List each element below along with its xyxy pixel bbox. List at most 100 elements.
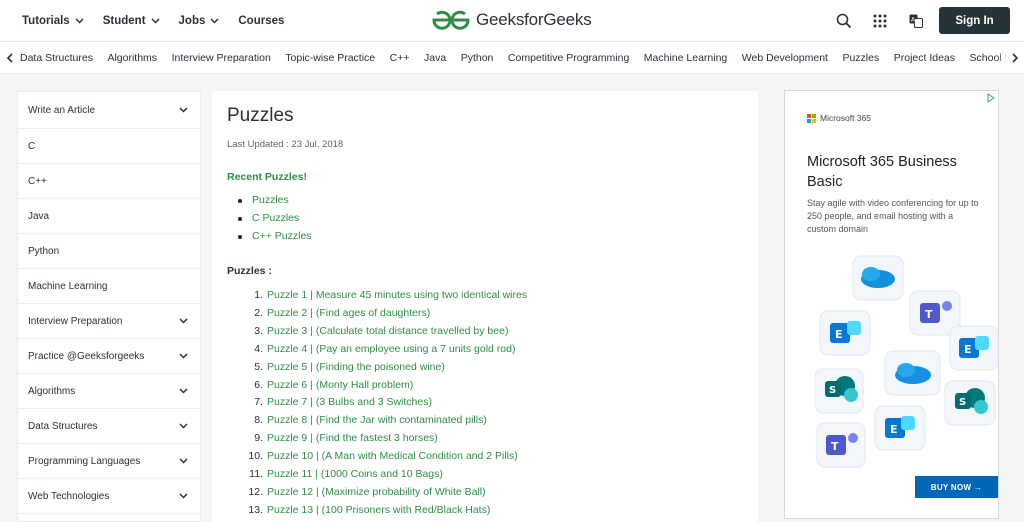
sign-in-button[interactable]: Sign In xyxy=(939,7,1010,34)
category-link[interactable]: Algorithms xyxy=(107,52,157,64)
logo-text: GeeksforGeeks xyxy=(476,10,592,29)
logo[interactable]: GeeksforGeeks xyxy=(432,9,592,31)
sidebar-item-python[interactable]: Python xyxy=(18,234,200,269)
search-icon[interactable] xyxy=(835,12,853,30)
sidebar-item-label: Algorithms xyxy=(28,385,76,397)
list-number: 7. xyxy=(254,396,263,409)
chevron-down-icon xyxy=(179,351,188,362)
list-number: 4. xyxy=(254,342,263,355)
top-nav-student[interactable]: Student xyxy=(103,15,160,27)
top-nav-label: Courses xyxy=(238,14,285,27)
recent-puzzle-link[interactable]: C Puzzles xyxy=(238,212,758,230)
sidebar-item-machine-learning[interactable]: Machine Learning xyxy=(18,269,200,304)
list-item: 9. Puzzle 9 | (Find the fastest 3 horses) xyxy=(227,432,758,450)
recent-puzzles-heading: Recent Puzzles! xyxy=(227,171,307,183)
puzzle-link[interactable]: Puzzle 7 | (3 Bulbs and 3 Switches) xyxy=(267,396,432,414)
chevron-down-icon xyxy=(179,491,188,502)
sidebar-item-web-technologies[interactable]: Web Technologies xyxy=(18,479,200,514)
list-item: 3. Puzzle 3 | (Calculate total distance t… xyxy=(227,325,758,343)
sidebar-item-programming-languages[interactable]: Programming Languages xyxy=(18,444,200,479)
category-link[interactable]: C++ xyxy=(390,52,410,64)
puzzle-link[interactable]: Puzzle 5 | (Finding the poisoned wine) xyxy=(267,361,445,379)
svg-text:T: T xyxy=(925,308,933,321)
sidebar-item-label: Machine Learning xyxy=(28,280,108,292)
puzzle-link[interactable]: Puzzle 2 | (Find ages of daughters) xyxy=(267,307,430,325)
scroll-right-icon[interactable] xyxy=(1006,42,1024,73)
top-nav-jobs[interactable]: Jobs xyxy=(179,15,220,27)
puzzle-link[interactable]: Puzzle 8 | (Find the Jar with contaminat… xyxy=(267,414,487,432)
sidebar-item-write-an-article[interactable]: Write an Article xyxy=(18,92,200,129)
category-link[interactable]: Project Ideas xyxy=(894,52,955,64)
top-nav-courses[interactable]: Courses xyxy=(238,15,284,27)
puzzle-link[interactable]: Puzzle 10 | (A Man with Medical Conditio… xyxy=(267,450,518,468)
article: Puzzles Last Updated : 23 Jul, 2018 Rece… xyxy=(212,91,758,522)
adchoices-icon[interactable] xyxy=(986,93,996,103)
sidebar-item-label: Web Technologies xyxy=(28,490,110,502)
sidebar-item-algorithms[interactable]: Algorithms xyxy=(18,374,200,409)
microsoft-logo: Microsoft 365 xyxy=(807,113,871,123)
list-number: 5. xyxy=(254,360,263,373)
top-nav-label: Student xyxy=(102,14,146,27)
top-nav-label: Tutorials xyxy=(22,14,70,27)
chevron-down-icon xyxy=(179,456,188,467)
list-number: 6. xyxy=(254,378,263,391)
ad-description: Stay agile with video conferencing for u… xyxy=(807,198,979,234)
sidebar-item-practice-geeksforgeeks[interactable]: Practice @Geeksforgeeks xyxy=(18,339,200,374)
category-link[interactable]: Machine Learning xyxy=(644,52,727,64)
sidebar-item-interview-preparation[interactable]: Interview Preparation xyxy=(18,304,200,339)
buy-now-button[interactable]: BUY NOW → xyxy=(915,476,998,498)
sidebar-item-label: Write an Article xyxy=(28,104,96,116)
chevron-down-icon xyxy=(179,386,188,397)
list-number: 1. xyxy=(254,289,263,302)
list-number: 9. xyxy=(254,432,263,445)
left-sidebar: Write an Article C C++ Java Python Machine Le… xyxy=(17,91,201,522)
puzzle-link[interactable]: Puzzle 11 | (1000 Coins and 10 Bags) xyxy=(267,468,443,486)
svg-text:E: E xyxy=(964,343,972,356)
list-item: 11. Puzzle 11 | (1000 Coins and 10 Bags) xyxy=(227,468,758,486)
sharepoint-tile-icon: S xyxy=(815,368,864,414)
category-link[interactable]: Java xyxy=(424,52,446,64)
category-link[interactable]: Web Development xyxy=(742,52,828,64)
recent-puzzle-link[interactable]: Puzzles xyxy=(238,194,758,212)
category-link[interactable]: Puzzles xyxy=(842,52,879,64)
chevron-down-icon xyxy=(75,15,84,27)
list-number: 12. xyxy=(248,485,263,498)
top-nav: Tutorials Student Jobs Courses xyxy=(22,15,303,27)
category-link[interactable]: Competitive Programming xyxy=(508,52,629,64)
list-item: 2. Puzzle 2 | (Find ages of daughters) xyxy=(227,307,758,325)
puzzle-link[interactable]: Puzzle 6 | (Monty Hall problem) xyxy=(267,379,413,397)
category-link[interactable]: Interview Preparation xyxy=(172,52,271,64)
sidebar-item-data-structures[interactable]: Data Structures xyxy=(18,409,200,444)
sharepoint-tile-icon-2: S xyxy=(944,380,996,426)
scroll-left-icon[interactable] xyxy=(6,52,14,63)
exchange-tile-icon-2: E xyxy=(949,325,999,371)
list-item: 1. Puzzle 1 | Measure 45 minutes using tw… xyxy=(227,289,758,307)
sidebar-item-c[interactable]: C xyxy=(18,129,200,164)
puzzle-link[interactable]: Puzzle 13 | (100 Prisoners with Red/Blac… xyxy=(267,504,490,522)
puzzle-link[interactable]: Puzzle 4 | (Pay an employee using a 7 un… xyxy=(267,343,515,361)
apps-grid-icon[interactable] xyxy=(871,12,889,30)
category-link[interactable]: Topic-wise Practice xyxy=(285,52,375,64)
sidebar-item-java[interactable]: Java xyxy=(18,199,200,234)
chevron-down-icon xyxy=(179,421,188,432)
office-apps-illustration: T E E S S E T xyxy=(815,255,999,468)
chevron-down-icon xyxy=(210,15,219,27)
puzzle-link[interactable]: Puzzle 1 | Measure 45 minutes using two … xyxy=(267,289,527,307)
list-number: 2. xyxy=(254,307,263,320)
translate-icon[interactable]: A xyxy=(907,12,925,30)
puzzle-link[interactable]: Puzzle 3 | (Calculate total distance tra… xyxy=(267,325,508,343)
recent-puzzle-link[interactable]: C++ Puzzles xyxy=(238,230,758,248)
category-link[interactable]: Data Structures xyxy=(20,52,93,64)
sidebar-item-label: C++ xyxy=(28,175,47,187)
sidebar-item-c[interactable]: C++ xyxy=(18,164,200,199)
category-link[interactable]: Python xyxy=(461,52,494,64)
list-item: 4. Puzzle 4 | (Pay an employee using a 7 … xyxy=(227,343,758,361)
puzzle-link[interactable]: Puzzle 12 | (Maximize probability of Whi… xyxy=(267,486,486,504)
advertisement[interactable]: Microsoft 365 Microsoft 365 Business Bas… xyxy=(784,90,999,519)
puzzle-link[interactable]: Puzzle 9 | (Find the fastest 3 horses) xyxy=(267,432,438,450)
list-number: 10. xyxy=(248,449,263,462)
svg-text:T: T xyxy=(831,440,839,453)
list-number: 13. xyxy=(248,503,263,516)
onedrive-tile-icon xyxy=(852,255,904,301)
top-nav-tutorials[interactable]: Tutorials xyxy=(22,15,84,27)
